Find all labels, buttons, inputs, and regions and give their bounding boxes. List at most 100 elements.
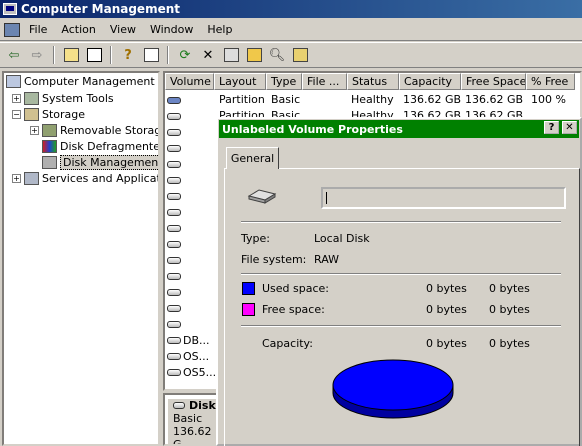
free-space-size: 0 bytes [489,303,530,316]
open-folder-icon[interactable] [244,45,264,65]
toolbar-separator [53,46,55,64]
drive-icon [247,189,277,204]
file-system-label: File system: [241,253,307,266]
column-header-free-space[interactable]: Free Space [461,73,526,90]
computer-icon [6,74,21,88]
volume-label-input[interactable] [321,187,566,209]
menu-action[interactable]: Action [54,23,102,36]
column-header-volume[interactable]: Volume [165,73,214,90]
expand-icon[interactable]: + [30,125,39,135]
volume-icon [167,224,181,232]
table-row[interactable] [167,220,183,236]
table-row[interactable] [167,316,183,332]
table-row[interactable] [167,236,183,252]
tree-item-disk-management[interactable]: Disk Management [42,154,158,170]
table-row[interactable] [167,252,183,268]
tree-item-label: System Tools [42,91,114,105]
disk-usage-pie-chart [332,359,454,419]
tree-item-disk-defragmenter[interactable]: Disk Defragmenter [42,138,160,154]
volume-icon [167,320,181,328]
table-row[interactable] [167,300,183,316]
disk-icon [173,402,185,409]
column-header-filesystem[interactable]: File ... [302,73,347,90]
volume-icon [167,336,181,344]
tree-item-removable-storage[interactable]: + Removable Storage [30,122,158,138]
delete-icon[interactable]: ✕ [198,45,218,65]
cell-type: Basic [271,93,301,106]
expand-icon[interactable]: + [12,173,21,183]
tree-item-label: Computer Management (Lo [24,74,160,88]
refresh-icon[interactable]: ⟳ [175,45,195,65]
table-row[interactable] [167,268,183,284]
disk-type: Basic [173,412,203,425]
removable-storage-icon [42,123,57,137]
show-hide-tree-icon[interactable] [84,45,104,65]
capacity-bytes: 0 bytes [426,337,467,350]
table-row[interactable] [167,204,183,220]
menu-view[interactable]: View [103,23,143,36]
volume-icon [167,208,181,216]
properties-icon[interactable] [221,45,241,65]
forward-arrow-icon[interactable]: ⇨ [27,45,47,65]
action-pane-icon[interactable] [141,45,161,65]
menu-file[interactable]: File [22,23,54,36]
volume-icon [167,368,181,376]
help-button[interactable]: ? [544,121,559,134]
table-row[interactable] [167,124,183,140]
window-title-bar[interactable]: Computer Management [0,0,582,18]
volume-name: OS... [183,349,210,363]
search-icon[interactable]: 🔍︎ [267,45,287,65]
volume-icon [167,192,181,200]
mmc-system-menu-icon[interactable] [4,22,20,37]
menu-window[interactable]: Window [143,23,200,36]
volume-icon [167,96,181,104]
console-tree[interactable]: Computer Management (Lo + System Tools −… [2,71,160,446]
column-header-percent-free[interactable]: % Free [526,73,575,90]
system-tools-icon [24,91,39,105]
help-icon[interactable]: ? [118,45,138,65]
table-row[interactable] [167,92,183,108]
tree-item-label: Disk Management [60,154,158,170]
table-row[interactable] [167,108,183,124]
column-header-type[interactable]: Type [266,73,302,90]
storage-icon [24,107,39,121]
table-row[interactable]: OS... [167,348,209,364]
table-row[interactable]: DB... [167,332,210,348]
computer-management-icon [3,3,17,15]
tree-item-services-applications[interactable]: + Services and Application [12,170,158,186]
tab-general[interactable]: General [226,147,279,169]
dialog-title-bar[interactable]: Unlabeled Volume Properties [219,120,579,138]
volume-properties-dialog: Unlabeled Volume Properties ? ✕ General … [216,117,582,446]
list-header: Volume Layout Type File ... Status Capac… [165,73,580,90]
column-header-capacity[interactable]: Capacity [399,73,461,90]
services-icon [24,171,39,185]
tree-item-storage[interactable]: − Storage [12,106,85,122]
tree-item-root[interactable]: Computer Management (Lo [6,73,160,89]
table-row[interactable] [167,140,183,156]
close-button[interactable]: ✕ [562,121,577,134]
disk-label: Disk [189,399,216,412]
tree-item-system-tools[interactable]: + System Tools [12,90,114,106]
table-row[interactable]: OS5... [167,364,216,380]
up-folder-icon[interactable] [61,45,81,65]
disk-settings-icon[interactable] [290,45,310,65]
disk-info-block[interactable]: Disk Basic 136.62 G [168,399,220,444]
used-space-size: 0 bytes [489,282,530,295]
tree-item-label: Disk Defragmenter [60,139,160,153]
cell-percent-free: 100 % [531,93,566,106]
table-row[interactable] [167,172,183,188]
column-header-layout[interactable]: Layout [214,73,266,90]
menu-help[interactable]: Help [200,23,239,36]
capacity-size: 0 bytes [489,337,530,350]
back-arrow-icon[interactable]: ⇦ [4,45,24,65]
column-header-status[interactable]: Status [347,73,399,90]
table-row[interactable] [167,156,183,172]
cell-layout: Partition [219,93,265,106]
table-row[interactable] [167,188,183,204]
expand-icon[interactable]: + [12,93,21,103]
collapse-icon[interactable]: − [12,109,21,119]
used-space-label: Used space: [262,282,330,295]
free-space-label: Free space: [262,303,325,316]
volume-icon [167,256,181,264]
table-row[interactable] [167,284,183,300]
